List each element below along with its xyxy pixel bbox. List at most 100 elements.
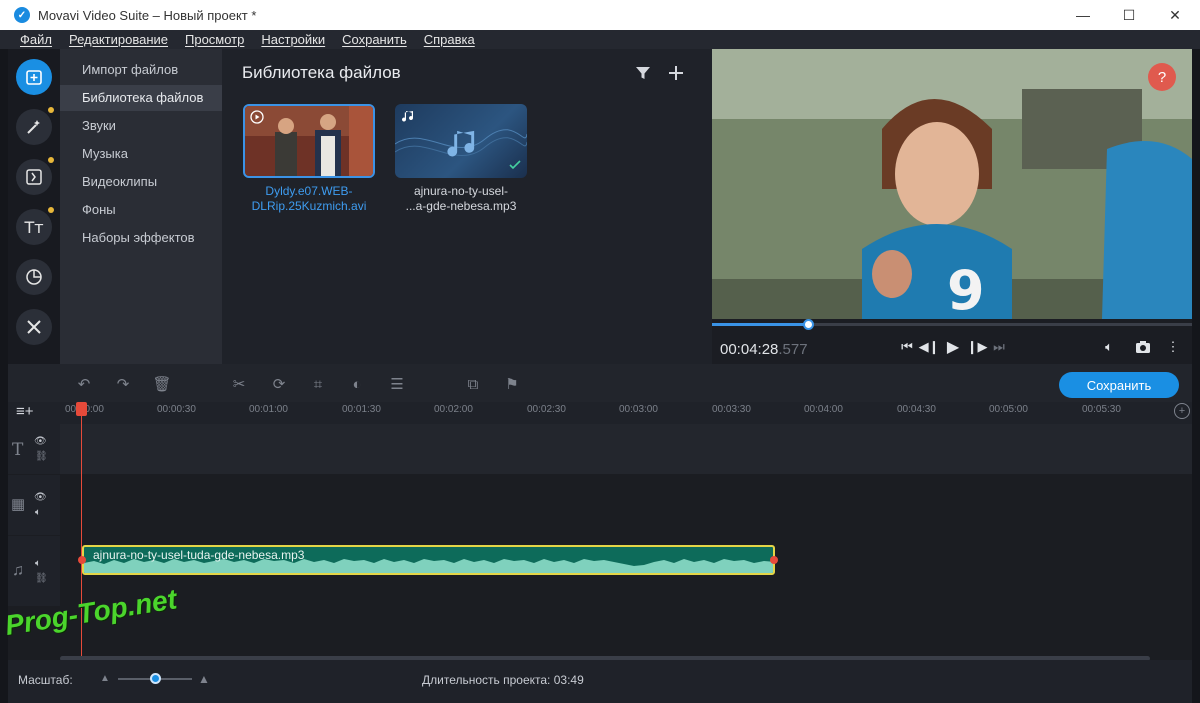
menu-edit[interactable]: Редактирование [69, 32, 168, 47]
camera-shape [1136, 341, 1150, 353]
crop-icon[interactable]: ⌗ [307, 373, 329, 395]
cut-icon[interactable]: ✂ [228, 373, 250, 395]
titles-button[interactable]: Tт [16, 207, 54, 245]
timecode: 00:04:28.577 [720, 341, 808, 358]
add-icon[interactable] [668, 65, 684, 81]
category-music[interactable]: Музыка [60, 141, 222, 167]
menu-save[interactable]: Сохранить [342, 32, 407, 47]
import-button[interactable] [16, 59, 52, 95]
category-backgrounds[interactable]: Фоны [60, 197, 222, 223]
ruler-tick: 00:02:00 [434, 404, 473, 415]
video-type-icon [250, 110, 264, 124]
skip-back-icon[interactable]: ⏮ [898, 338, 916, 356]
video-track-icon: ▦ [11, 496, 26, 513]
playback-track[interactable] [808, 323, 1192, 326]
play-icon[interactable]: ▶ [944, 338, 962, 356]
tools-button[interactable] [16, 309, 52, 345]
video-frame-image [245, 106, 373, 176]
tool-sidebar: Tт [8, 49, 60, 364]
audio-thumbnail[interactable] [395, 104, 527, 178]
category-videoclips[interactable]: Видеоклипы [60, 169, 222, 195]
left-edge [0, 49, 8, 703]
menu-file[interactable]: Файл [20, 32, 52, 47]
step-forward-icon[interactable]: ❙▶ [967, 338, 988, 356]
marker-icon[interactable]: ⚑ [501, 373, 523, 395]
new-badge [48, 207, 54, 213]
clip-start-handle[interactable] [78, 556, 86, 564]
visibility-icon[interactable]: 👁︎ [34, 492, 47, 503]
title-track-header: T 👁︎ ⛓︎ [8, 424, 60, 474]
new-badge [48, 157, 54, 163]
duration-value: 03:49 [553, 673, 584, 687]
video-file-name: Dyldy.e07.WEB- DLRip.25Kuzmich.avi [234, 184, 384, 214]
titles-icon: Tт [24, 217, 44, 237]
playhead-handle[interactable] [76, 402, 87, 416]
add-track-icon[interactable]: ≡+ [16, 403, 34, 420]
checkmark-icon [509, 160, 521, 170]
audio-file-name-line1: ajnura-no-ty-usel- [413, 184, 509, 198]
menu-help[interactable]: Справка [424, 32, 475, 47]
ruler-tick: 00:04:30 [897, 404, 936, 415]
app-window: ✓ Movavi Video Suite – Новый проект * — … [0, 0, 1200, 703]
transitions-button[interactable] [16, 157, 54, 195]
mute-icon[interactable]: 🔈︎ [35, 507, 41, 518]
video-track[interactable] [60, 475, 1192, 535]
delete-icon[interactable]: 🗑︎ [151, 373, 173, 395]
video-thumbnail[interactable] [243, 104, 375, 178]
ruler-tick: 00:01:30 [342, 404, 381, 415]
audio-clip[interactable]: ajnura-no-ty-usel-tuda-gde-nebesa.mp3 [82, 545, 775, 575]
new-badge [48, 107, 54, 113]
category-library[interactable]: Библиотека файлов [60, 85, 222, 111]
clip-end-handle[interactable] [770, 556, 778, 564]
help-button[interactable]: ? [1148, 63, 1176, 91]
title-track[interactable] [60, 424, 1192, 474]
zoom-in-icon[interactable]: + [1174, 403, 1190, 419]
menu-settings[interactable]: Настройки [261, 32, 325, 47]
visibility-icon[interactable]: 👁︎ [34, 436, 47, 447]
more-options-icon[interactable]: ⋮ [1164, 338, 1182, 356]
playback-progress [712, 323, 808, 326]
skip-forward-icon[interactable]: ⏭ [990, 338, 1008, 356]
zoom-out-icon[interactable]: ▲ [100, 673, 110, 684]
library-title: Библиотека файлов [242, 63, 401, 82]
mute-icon[interactable]: 🔈︎ [35, 558, 41, 569]
timeline-tracks: T 👁︎ ⛓︎ ▦ 👁︎ 🔈︎ ♫ 🔈︎ ⛓︎ ajnura-no-ty-use… [8, 424, 1192, 660]
timeline-ruler[interactable]: 00:00:00 00:00:30 00:01:00 00:01:30 00:0… [60, 402, 1192, 424]
undo-icon[interactable]: ↶ [73, 373, 95, 395]
minimize-button[interactable]: — [1060, 0, 1106, 30]
volume-icon[interactable]: 🔈︎ [1100, 338, 1118, 356]
preview-frame-image: 9 [712, 49, 1192, 319]
video-preview[interactable]: 9 ? [712, 49, 1192, 319]
snapshot-icon[interactable] [1134, 338, 1152, 356]
link-icon[interactable]: ⛓︎ [35, 573, 48, 584]
menu-view[interactable]: Просмотр [185, 32, 244, 47]
audio-clip-label: ajnura-no-ty-usel-tuda-gde-nebesa.mp3 [93, 548, 305, 562]
rotate-icon[interactable]: ⟳ [268, 373, 290, 395]
color-adjust-icon[interactable]: ◐ [346, 373, 368, 395]
link-icon[interactable]: ⛓︎ [35, 451, 48, 462]
save-button[interactable]: Сохранить [1059, 372, 1179, 398]
category-sounds[interactable]: Звуки [60, 113, 222, 139]
zoom-slider-knob[interactable] [150, 673, 161, 684]
playback-scrubber[interactable] [803, 319, 814, 330]
magic-wand-icon [27, 120, 40, 134]
record-voice-icon[interactable]: ⧉ [462, 373, 484, 395]
filter-icon[interactable] [635, 65, 651, 81]
close-button[interactable]: ✕ [1152, 0, 1198, 30]
filters-button[interactable] [16, 107, 54, 145]
video-file-name-line2: DLRip.25Kuzmich.avi [251, 199, 367, 213]
music-note-small-icon [402, 111, 414, 122]
redo-icon[interactable]: ↷ [112, 373, 134, 395]
clip-properties-icon[interactable]: ☰ [386, 373, 408, 395]
category-import[interactable]: Импорт файлов [60, 57, 222, 83]
ruler-tick: 00:02:30 [527, 404, 566, 415]
edit-toolbar: ↶ ↷ 🗑︎ ✂ ⟳ ⌗ ◐ ☰ ⧉ ⚑ Сохранить [8, 364, 1192, 402]
music-note-icon [447, 130, 475, 157]
player-controls: 00:04:28.577 ⏮ ◀❙ ▶ ❙▶ ⏭ 🔈︎ ⋮ [712, 319, 1192, 364]
step-back-icon[interactable]: ◀❙ [919, 338, 940, 356]
zoom-in-mountain-icon[interactable]: ▲ [198, 672, 210, 686]
category-effect-sets[interactable]: Наборы эффектов [60, 225, 222, 251]
maximize-button[interactable]: ☐ [1106, 0, 1152, 30]
timecode-ms: .577 [778, 341, 808, 358]
stickers-button[interactable] [16, 259, 52, 295]
